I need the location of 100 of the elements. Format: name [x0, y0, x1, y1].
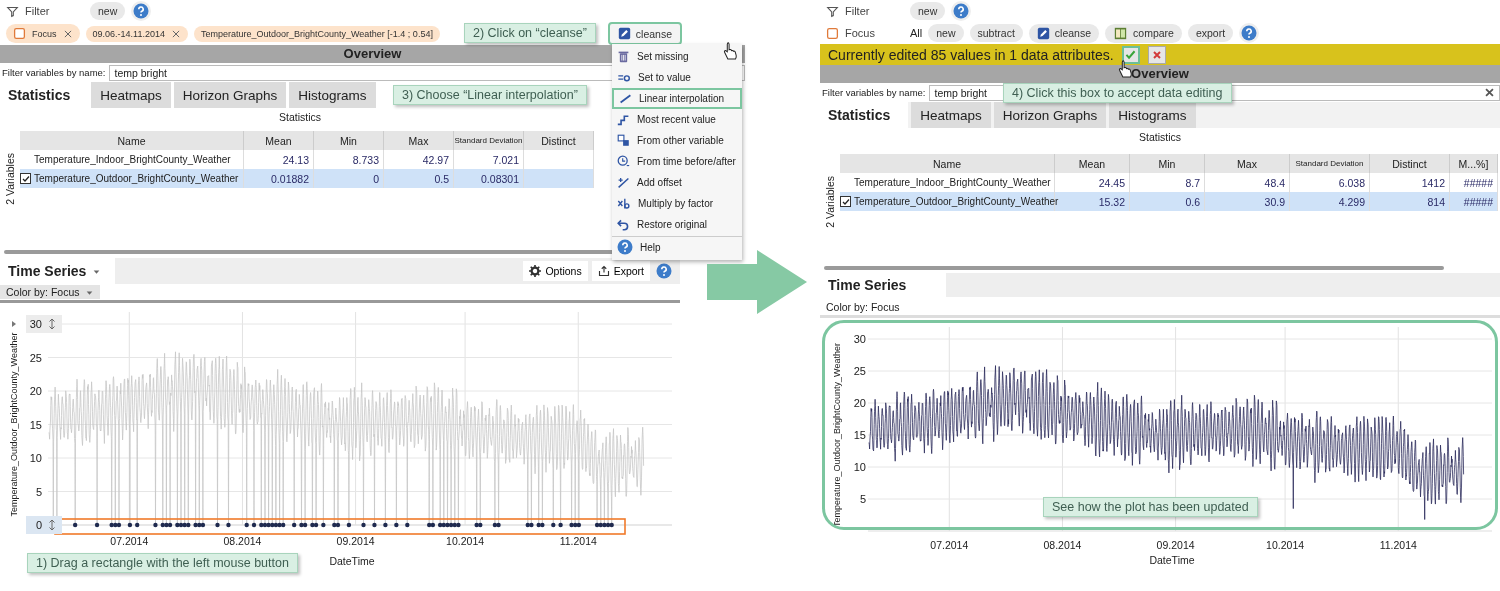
cleanse-button[interactable]: cleanse [609, 24, 680, 43]
close-icon[interactable] [170, 28, 181, 39]
column-header[interactable]: Mean [1055, 154, 1130, 173]
checkbox-icon[interactable] [13, 27, 26, 40]
menu-item[interactable]: From time before/after [612, 151, 742, 172]
all-label: All [910, 27, 923, 39]
multiply-icon [617, 197, 631, 210]
y-tick-label: 30 [29, 318, 42, 330]
export-icon [597, 265, 610, 277]
tab[interactable]: Horizon Graphs [173, 82, 287, 108]
focus-chip[interactable]: Focus [6, 24, 80, 43]
x-tick-label: 11.2014 [1379, 539, 1417, 551]
table-cell: Temperature_Outdoor_BrightCounty_Weather [32, 169, 244, 188]
row-checkbox[interactable] [20, 173, 31, 184]
filter-chip[interactable]: 09.06.-14.11.2014 [85, 25, 188, 42]
tab[interactable]: Heatmaps [91, 82, 171, 108]
column-header[interactable]: Standard Deviation [1290, 154, 1370, 173]
compare-button[interactable]: compare [1105, 23, 1182, 43]
color-by-dropdown[interactable]: Color by: Focus [0, 285, 100, 299]
cleanse-button[interactable]: cleanse [1028, 23, 1100, 43]
axis-title: DateTime [1149, 554, 1195, 566]
menu-item[interactable]: From other variable [612, 130, 742, 151]
axis-handle[interactable]: 30 [26, 315, 62, 333]
scrollbar[interactable] [824, 265, 1444, 270]
check-icon [1124, 48, 1138, 61]
data-point [383, 522, 388, 528]
tab[interactable]: Histograms [1109, 102, 1196, 128]
checkbox-icon[interactable] [826, 26, 839, 40]
filter-field-label: Filter variables by name: [2, 67, 106, 78]
reject-button[interactable] [1147, 45, 1166, 64]
menu-item[interactable]: Multiply by factor [612, 193, 742, 214]
data-point [153, 522, 158, 528]
toolbar-button[interactable]: new [928, 24, 964, 42]
clear-icon[interactable] [1484, 87, 1495, 98]
menu-item[interactable]: Most recent value [612, 109, 742, 130]
column-header[interactable]: Min [314, 131, 384, 150]
panel-title: Time Series [8, 263, 87, 279]
axis-title: DateTime [329, 555, 375, 567]
help-icon[interactable] [953, 3, 970, 19]
compare-icon [1113, 26, 1129, 40]
table-cell: 4.299 [1290, 192, 1370, 211]
panel-tab[interactable]: Time Series [820, 273, 947, 297]
column-header[interactable]: Mean [244, 131, 314, 150]
table-cell: 0.08301 [454, 169, 524, 188]
panel-title: Time Series [828, 277, 907, 293]
menu-item[interactable]: Help [612, 236, 742, 257]
column-header[interactable]: Min [1130, 154, 1205, 173]
column-header[interactable]: Distinct [1370, 154, 1450, 173]
column-header[interactable]: Standard Deviation [454, 131, 524, 150]
y-tick-label: 10 [29, 452, 42, 464]
callout: 3) Choose “Linear interpolation” [393, 85, 587, 105]
table-row[interactable]: Temperature_Outdoor_BrightCounty_Weather 15.32 0.6 30.9 4.299 814 ##### [840, 192, 1498, 211]
data-point [72, 522, 78, 528]
row-checkbox[interactable] [840, 196, 851, 207]
data-point [361, 522, 366, 528]
menu-item[interactable]: Linear interpolation [612, 88, 742, 109]
export-button[interactable]: Export [591, 261, 650, 281]
help-icon[interactable] [133, 3, 150, 19]
callout: 2) Click on “cleanse” [464, 23, 596, 43]
toolbar-button[interactable]: new [90, 2, 126, 20]
tab[interactable]: Histograms [289, 82, 376, 108]
callout: 1) Drag a rectangle with the left mouse button [27, 553, 298, 573]
column-header[interactable]: M...%] [1450, 154, 1498, 173]
data-point [372, 522, 377, 528]
help-icon[interactable] [656, 263, 672, 279]
tab[interactable]: Horizon Graphs [993, 102, 1107, 128]
x-tick-label: 09.2014 [336, 535, 375, 547]
panel-tab[interactable]: Time Series [0, 258, 116, 284]
options-button[interactable]: Options [523, 261, 588, 281]
column-header[interactable]: Max [1205, 154, 1290, 173]
y-tick-label: 30 [853, 333, 866, 345]
toolbar-button[interactable]: new [910, 2, 946, 20]
menu-item[interactable]: Restore original [612, 214, 742, 235]
focus-label: Focus [845, 27, 875, 39]
x-tick-label: 08.2014 [1043, 539, 1082, 551]
undo-icon [617, 218, 630, 231]
menu-item[interactable]: Add offset [612, 172, 742, 193]
table-cell: ##### [1450, 192, 1498, 211]
data-point [346, 522, 352, 528]
column-header[interactable]: Distinct [524, 131, 594, 150]
expand-icon[interactable] [12, 321, 16, 327]
column-header[interactable]: Name [20, 131, 244, 150]
tab[interactable]: Heatmaps [911, 102, 991, 128]
x-tick-label: 09.2014 [1156, 539, 1195, 551]
data-point [127, 522, 133, 528]
resize-icon [49, 318, 55, 330]
tab[interactable]: Statistics [820, 102, 909, 128]
table-row[interactable]: Temperature_Outdoor_BrightCounty_Weather 0.01882 0 0.5 0.08301 [20, 169, 594, 188]
filter-chip[interactable]: Temperature_Outdoor_BrightCounty_Weather [-1.4 ; 0.54] [193, 25, 440, 42]
y-tick-label: 20 [29, 385, 42, 397]
close-icon[interactable] [62, 28, 73, 39]
table-cell: 0.6 [1130, 192, 1205, 211]
axis-handle[interactable]: 0 [26, 516, 62, 534]
y-tick-label: 0 [35, 519, 42, 531]
toolbar-button[interactable]: export [1187, 24, 1234, 42]
help-icon[interactable] [1241, 25, 1258, 41]
column-header[interactable]: Name [840, 154, 1055, 173]
toolbar-button[interactable]: subtract [969, 24, 1023, 42]
column-header[interactable]: Max [384, 131, 454, 150]
data-point [135, 522, 140, 528]
